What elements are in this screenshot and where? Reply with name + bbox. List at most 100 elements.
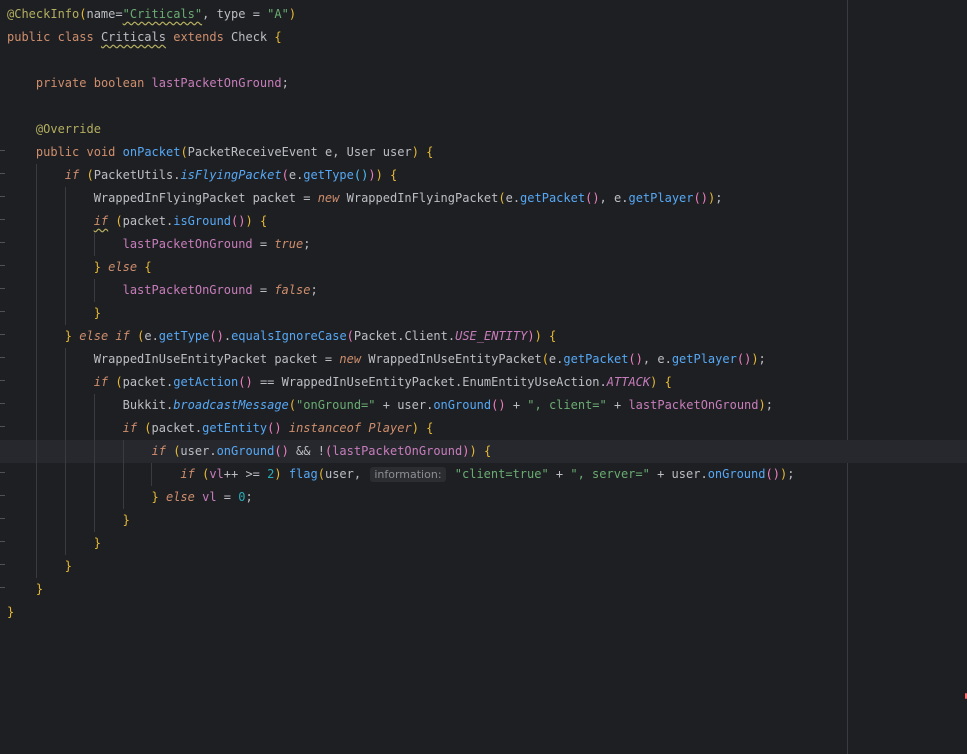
code-text: } (93, 536, 101, 550)
code-editor[interactable]: @CheckInfo(name="Criticals", type = "A")… (0, 0, 967, 754)
code-text: } else if (e.getType().equalsIgnoreCase(… (64, 329, 557, 343)
fold-marker[interactable] (0, 518, 5, 519)
fold-marker[interactable] (0, 288, 5, 289)
code-line[interactable]: if (packet.getEntity() instanceof Player… (7, 417, 967, 440)
fold-marker[interactable] (0, 242, 5, 243)
code-line[interactable]: Bukkit.broadcastMessage("onGround=" + us… (7, 394, 967, 417)
code-line[interactable]: if (vl++ >= 2) flag(user, information: "… (7, 463, 967, 486)
code-line[interactable]: public class Criticals extends Check { (7, 26, 967, 49)
indent-guide (35, 187, 37, 210)
indent-guide (35, 279, 37, 302)
code-text: Bukkit.broadcastMessage("onGround=" + us… (122, 398, 773, 412)
code-line[interactable] (7, 95, 967, 118)
code-line[interactable]: private boolean lastPacketOnGround; (7, 72, 967, 95)
indent-guide (35, 371, 37, 394)
indent-guide (35, 302, 37, 325)
indent-guide (35, 463, 37, 486)
indent-guide (93, 279, 95, 302)
fold-marker[interactable] (0, 196, 5, 197)
code-line[interactable]: } (7, 532, 967, 555)
code-line[interactable]: } (7, 578, 967, 601)
indent-guide (122, 486, 124, 509)
fold-marker[interactable] (0, 265, 5, 266)
indent-guide (64, 394, 66, 417)
fold-marker[interactable] (0, 357, 5, 358)
indent-guide (35, 509, 37, 532)
code-line[interactable]: } else if (e.getType().equalsIgnoreCase(… (7, 325, 967, 348)
indent-guide (35, 256, 37, 279)
indent-guide (64, 463, 66, 486)
code-line[interactable]: } (7, 302, 967, 325)
code-text: lastPacketOnGround = false; (122, 283, 318, 297)
fold-marker[interactable] (0, 564, 5, 565)
code-line[interactable]: } (7, 601, 967, 624)
code-text: @CheckInfo(name="Criticals", type = "A") (7, 7, 297, 21)
indent-guide (93, 463, 95, 486)
code-text: public class Criticals extends Check { (7, 30, 282, 44)
indent-guide (35, 325, 37, 348)
indent-guide (93, 233, 95, 256)
code-line[interactable]: } else vl = 0; (7, 486, 967, 509)
indent-guide (35, 233, 37, 256)
code-line[interactable]: if (PacketUtils.isFlyingPacket(e.getType… (7, 164, 967, 187)
indent-guide (35, 417, 37, 440)
fold-marker[interactable] (0, 587, 5, 588)
indent-guide (35, 555, 37, 578)
code-line[interactable]: lastPacketOnGround = false; (7, 279, 967, 302)
indent-guide (35, 164, 37, 187)
code-text: @Override (35, 122, 101, 136)
code-text: } (93, 306, 101, 320)
indent-guide (122, 463, 124, 486)
code-line[interactable]: } (7, 555, 967, 578)
fold-marker[interactable] (0, 219, 5, 220)
fold-marker[interactable] (0, 334, 5, 335)
fold-marker[interactable] (0, 472, 5, 473)
fold-marker[interactable] (0, 311, 5, 312)
code-line[interactable]: public void onPacket(PacketReceiveEvent … (7, 141, 967, 164)
code-text: WrappedInFlyingPacket packet = new Wrapp… (93, 191, 723, 205)
code-line[interactable]: @CheckInfo(name="Criticals", type = "A") (7, 3, 967, 26)
code-line[interactable]: if (user.onGround() && !(lastPacketOnGro… (0, 440, 967, 463)
code-line[interactable]: if (packet.getAction() == WrappedInUseEn… (7, 371, 967, 394)
fold-marker[interactable] (0, 426, 5, 427)
indent-guide (64, 256, 66, 279)
fold-marker[interactable] (0, 150, 5, 151)
fold-marker[interactable] (0, 403, 5, 404)
indent-guide (64, 279, 66, 302)
code-text: } (7, 605, 15, 619)
code-line[interactable]: if (packet.isGround()) { (7, 210, 967, 233)
indent-guide (93, 509, 95, 532)
indent-guide (93, 417, 95, 440)
indent-guide (35, 486, 37, 509)
indent-guide (93, 440, 95, 463)
fold-marker[interactable] (0, 541, 5, 542)
indent-guide (64, 348, 66, 371)
code-text: } (122, 513, 130, 527)
code-text: } (35, 582, 44, 596)
code-line[interactable]: } (7, 509, 967, 532)
code-line[interactable]: @Override (7, 118, 967, 141)
indent-guide (64, 302, 66, 325)
code-line[interactable] (7, 49, 967, 72)
fold-marker[interactable] (0, 495, 5, 496)
indent-guide (64, 440, 66, 463)
code-line[interactable]: WrappedInFlyingPacket packet = new Wrapp… (7, 187, 967, 210)
indent-guide (35, 440, 37, 463)
code-text: if (PacketUtils.isFlyingPacket(e.getType… (64, 168, 398, 182)
indent-guide (64, 210, 66, 233)
code-line[interactable]: lastPacketOnGround = true; (7, 233, 967, 256)
code-line[interactable]: WrappedInUseEntityPacket packet = new Wr… (7, 348, 967, 371)
indent-guide (93, 394, 95, 417)
code-line[interactable]: } else { (7, 256, 967, 279)
code-text: lastPacketOnGround = true; (122, 237, 311, 251)
code-text: public void onPacket(PacketReceiveEvent … (35, 145, 434, 159)
indent-guide (35, 348, 37, 371)
fold-marker[interactable] (0, 380, 5, 381)
code-area[interactable]: @CheckInfo(name="Criticals", type = "A")… (0, 3, 967, 624)
code-text: WrappedInUseEntityPacket packet = new Wr… (93, 352, 766, 366)
fold-marker[interactable] (0, 173, 5, 174)
code-text: if (packet.getEntity() instanceof Player… (122, 421, 434, 435)
code-text: } (64, 559, 73, 573)
indent-guide (64, 509, 66, 532)
